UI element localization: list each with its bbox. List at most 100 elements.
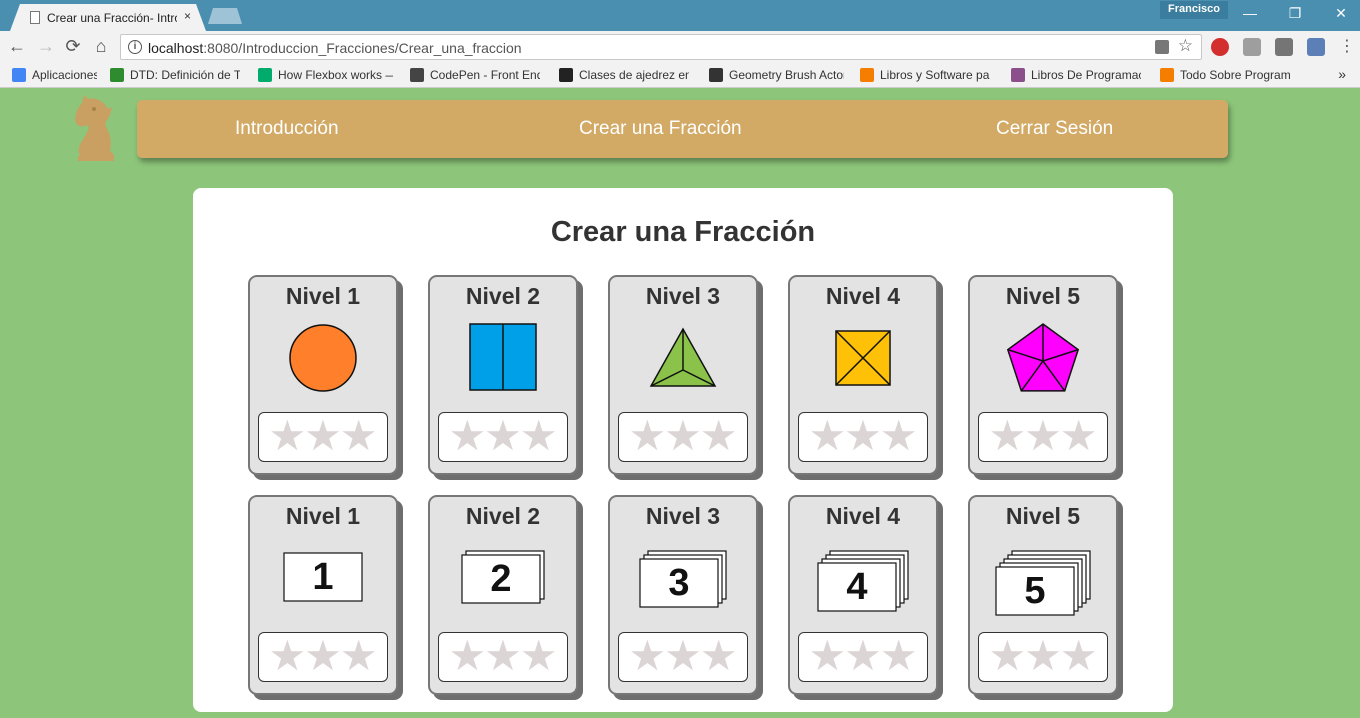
star-icon: ★ [448, 412, 487, 459]
browser-tab-active[interactable]: Crear una Fracción- Intro × [10, 4, 206, 31]
star-icon: ★ [699, 412, 738, 459]
circle-figure [250, 319, 396, 401]
stars-rating: ★★★ [978, 412, 1108, 462]
minimize-button[interactable]: — [1235, 5, 1265, 21]
levels-panel: Crear una Fracción Nivel 1 ★★★ Nivel 2 ★★★ N… [193, 188, 1173, 712]
close-window-button[interactable]: ✕ [1326, 5, 1356, 22]
bookmark-label: DTD: Definición de Tip [130, 68, 240, 82]
star-icon: ★ [519, 632, 558, 679]
rectangle-halves-figure [430, 319, 576, 401]
number-level-card[interactable]: Nivel 2 2 ★★★ [428, 495, 578, 695]
podcast-icon [1011, 68, 1025, 82]
shape-level-card[interactable]: Nivel 2 ★★★ [428, 275, 578, 475]
blogger-icon [860, 68, 874, 82]
page-title: Crear una Fracción [550, 216, 816, 248]
translate-icon[interactable] [1155, 40, 1169, 54]
star-icon: ★ [879, 412, 918, 459]
number-level-card[interactable]: Nivel 4 4 ★★★ [788, 495, 938, 695]
extension-keep-icon[interactable] [1275, 38, 1293, 56]
star-icon: ★ [988, 632, 1027, 679]
level-name: Nivel 1 [285, 283, 361, 309]
back-button[interactable]: ← [6, 36, 28, 57]
chess-knight-logo[interactable] [72, 93, 118, 163]
blogger-icon [1160, 68, 1174, 82]
number-level-card[interactable]: Nivel 1 1 ★★★ [248, 495, 398, 695]
square-quarters-figure [790, 319, 936, 401]
star-icon: ★ [448, 632, 487, 679]
restore-button[interactable]: ❐ [1280, 5, 1310, 22]
home-button[interactable]: ⌂ [90, 36, 112, 57]
level-name: Nivel 1 [285, 503, 361, 529]
bookmark-item[interactable]: Clases de ajedrez en v [559, 68, 689, 82]
nav-link-cerrar-sesion[interactable]: Cerrar Sesión [996, 118, 1113, 140]
card-stack-figure: 5 [970, 539, 1116, 621]
bookmark-item[interactable]: How Flexbox works — [258, 68, 393, 82]
level-name: Nivel 2 [465, 503, 541, 529]
level-name: Nivel 3 [645, 283, 721, 309]
level-name: Nivel 3 [645, 503, 721, 529]
star-icon: ★ [628, 632, 667, 679]
bookmark-item[interactable]: Geometry Brush Actor [709, 68, 844, 82]
star-icon: ★ [484, 632, 522, 679]
card-stack-figure: 4 [790, 539, 936, 621]
bookmarks-overflow-icon[interactable]: » [1338, 66, 1346, 82]
level-name: Nivel 5 [1005, 283, 1081, 309]
star-icon: ★ [1024, 632, 1062, 679]
level-name: Nivel 4 [825, 283, 901, 309]
star-icon: ★ [844, 412, 882, 459]
chess-rook-icon [559, 68, 573, 82]
bookmark-item[interactable]: CodePen - Front End [410, 68, 540, 82]
bookmark-label: Libros De Programacio [1031, 68, 1141, 82]
level-name: Nivel 2 [465, 283, 541, 309]
forward-button[interactable]: → [35, 36, 57, 57]
unreal-icon [709, 68, 723, 82]
browser-menu-icon[interactable]: ⋮ [1336, 36, 1358, 56]
nav-link-crear-fraccion[interactable]: Crear una Fracción [579, 118, 742, 140]
card-stack-figure: 3 [610, 539, 756, 621]
extension-cube-icon[interactable] [1307, 38, 1325, 56]
stars-rating: ★★★ [798, 412, 928, 462]
number-level-card[interactable]: Nivel 3 3 ★★★ [608, 495, 758, 695]
bookmark-label: Libros y Software para [880, 68, 990, 82]
bookmark-item[interactable]: DTD: Definición de Tip [110, 68, 240, 82]
level-number: 2 [490, 558, 512, 600]
checkmark-icon [110, 68, 124, 82]
bookmark-star-icon[interactable]: ☆ [1178, 36, 1193, 56]
bookmark-label: Geometry Brush Actor [729, 68, 844, 82]
star-icon: ★ [304, 412, 342, 459]
address-bar[interactable]: i localhost:8080/Introduccion_Fracciones… [120, 34, 1202, 60]
shape-level-card[interactable]: Nivel 4 ★★★ [788, 275, 938, 475]
apps-grid-icon [12, 68, 26, 82]
card-stack-figure: 1 [250, 539, 396, 621]
level-number: 1 [312, 556, 334, 598]
shape-level-card[interactable]: Nivel 3 ★★★ [608, 275, 758, 475]
shape-level-card[interactable]: Nivel 1 ★★★ [248, 275, 398, 475]
star-icon: ★ [699, 632, 738, 679]
profile-button[interactable]: Francisco [1160, 1, 1228, 19]
site-info-icon[interactable]: i [128, 40, 142, 54]
codepen-icon [410, 68, 424, 82]
star-icon: ★ [844, 632, 882, 679]
stars-rating: ★★★ [978, 632, 1108, 682]
bookmark-item[interactable]: Todo Sobre Programa [1160, 68, 1290, 82]
stars-rating: ★★★ [618, 412, 748, 462]
star-icon: ★ [664, 632, 702, 679]
star-icon: ★ [628, 412, 667, 459]
level-number: 5 [1024, 570, 1046, 612]
adblock-icon[interactable] [1211, 38, 1229, 56]
star-icon: ★ [1024, 412, 1062, 459]
star-icon: ★ [1059, 412, 1098, 459]
nav-link-introduccion[interactable]: Introducción [235, 118, 339, 140]
star-icon: ★ [519, 412, 558, 459]
bookmark-item[interactable]: Aplicaciones [12, 68, 97, 82]
star-icon: ★ [808, 632, 847, 679]
tab-close-icon[interactable]: × [184, 9, 191, 23]
reload-button[interactable]: ⟳ [62, 36, 84, 57]
bookmark-item[interactable]: Libros De Programacio [1011, 68, 1141, 82]
new-tab-button[interactable] [208, 8, 242, 24]
number-level-card[interactable]: Nivel 5 5 ★★★ [968, 495, 1118, 695]
extension-icon[interactable] [1243, 38, 1261, 56]
bookmark-item[interactable]: Libros y Software para [860, 68, 990, 82]
level-number: 3 [668, 562, 690, 604]
shape-level-card[interactable]: Nivel 5 ★★★ [968, 275, 1118, 475]
